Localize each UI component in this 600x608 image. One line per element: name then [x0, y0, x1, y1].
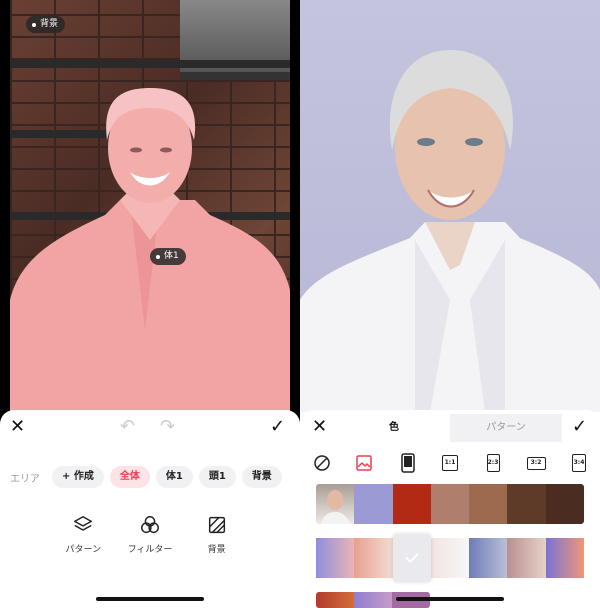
gradient-swatch[interactable]	[469, 538, 508, 578]
color-swatch[interactable]	[469, 484, 508, 524]
background-type-tabs: 色 パターン	[338, 414, 562, 442]
left-screen: 背景 体1 ✕ ↶ ↷ ✓ エリア + 作成 全体 体1 頭1 背景 パターン …	[0, 0, 300, 608]
gradient-swatch[interactable]	[354, 538, 393, 578]
gradient-swatch-selected[interactable]	[392, 534, 431, 582]
background-icon	[208, 516, 225, 534]
chip-all[interactable]: 全体	[109, 466, 150, 488]
solid-color-row	[316, 484, 584, 524]
background-options-row: 1:1 2:3 3:2 3:4	[300, 452, 600, 476]
phone-size-icon[interactable]	[398, 452, 418, 474]
redo-icon[interactable]: ↷	[160, 418, 175, 436]
background-tool-label: 背景	[207, 545, 226, 555]
pattern-tool[interactable]: パターン	[50, 514, 117, 555]
gradient-swatch[interactable]	[316, 538, 355, 578]
color-swatch[interactable]	[430, 484, 470, 524]
right-screen: ✕ 色 パターン ✓ 1:1 2:3 3:2 3:4	[300, 0, 600, 608]
person-cutout	[300, 50, 600, 412]
chip-body1[interactable]: 体1	[155, 466, 193, 488]
undo-icon[interactable]: ↶	[120, 418, 135, 436]
color-swatch[interactable]	[545, 484, 584, 524]
image-icon[interactable]	[354, 452, 374, 474]
color-swatch[interactable]	[507, 484, 546, 524]
chip-head1[interactable]: 頭1	[198, 466, 236, 488]
filter-tool[interactable]: フィルター	[117, 514, 184, 555]
photo-canvas[interactable]	[300, 0, 600, 412]
filter-tool-label: フィルター	[127, 545, 173, 555]
background-tool[interactable]: 背景	[183, 514, 250, 555]
confirm-check-icon[interactable]: ✓	[572, 418, 587, 436]
edit-panel	[0, 410, 300, 608]
ratio-1-1-icon[interactable]: 1:1	[441, 452, 459, 474]
area-label: エリア	[10, 473, 40, 485]
pattern-tool-label: パターン	[65, 545, 102, 555]
close-icon[interactable]: ✕	[10, 418, 25, 436]
photo-canvas[interactable]	[10, 0, 290, 412]
none-icon[interactable]	[312, 452, 332, 474]
close-icon[interactable]: ✕	[312, 418, 327, 436]
gradient-swatch[interactable]	[354, 592, 392, 608]
tab-color[interactable]: 色	[338, 414, 450, 442]
body-mask-badge[interactable]: 体1	[150, 248, 186, 265]
color-swatch[interactable]	[354, 484, 393, 524]
photo-swatch[interactable]	[316, 484, 355, 524]
tool-bar: パターン フィルター 背景	[0, 514, 300, 555]
gradient-swatch[interactable]	[316, 592, 354, 608]
confirm-check-icon[interactable]: ✓	[270, 418, 285, 436]
ratio-3-2-icon[interactable]: 3:2	[526, 452, 546, 474]
selected-check-icon	[405, 553, 419, 563]
home-indicator	[96, 597, 204, 601]
chip-create[interactable]: + 作成	[52, 466, 104, 488]
filter-circles-icon	[141, 516, 159, 534]
tab-pattern[interactable]: パターン	[450, 414, 562, 442]
gradient-swatch[interactable]	[545, 538, 584, 578]
gradient-color-row	[316, 534, 584, 582]
ratio-3-4-icon[interactable]: 3:4	[572, 452, 586, 474]
highlighted-person	[10, 88, 290, 412]
home-indicator	[396, 597, 504, 601]
area-selector: エリア + 作成 全体 体1 頭1 背景	[10, 466, 282, 488]
color-swatch[interactable]	[392, 484, 431, 524]
chip-background[interactable]: 背景	[241, 466, 282, 488]
gradient-swatch[interactable]	[507, 538, 546, 578]
gradient-swatch[interactable]	[430, 538, 470, 578]
background-mask-badge[interactable]: 背景	[26, 16, 66, 33]
layers-icon	[74, 516, 93, 531]
ratio-2-3-icon[interactable]: 2:3	[486, 452, 500, 474]
